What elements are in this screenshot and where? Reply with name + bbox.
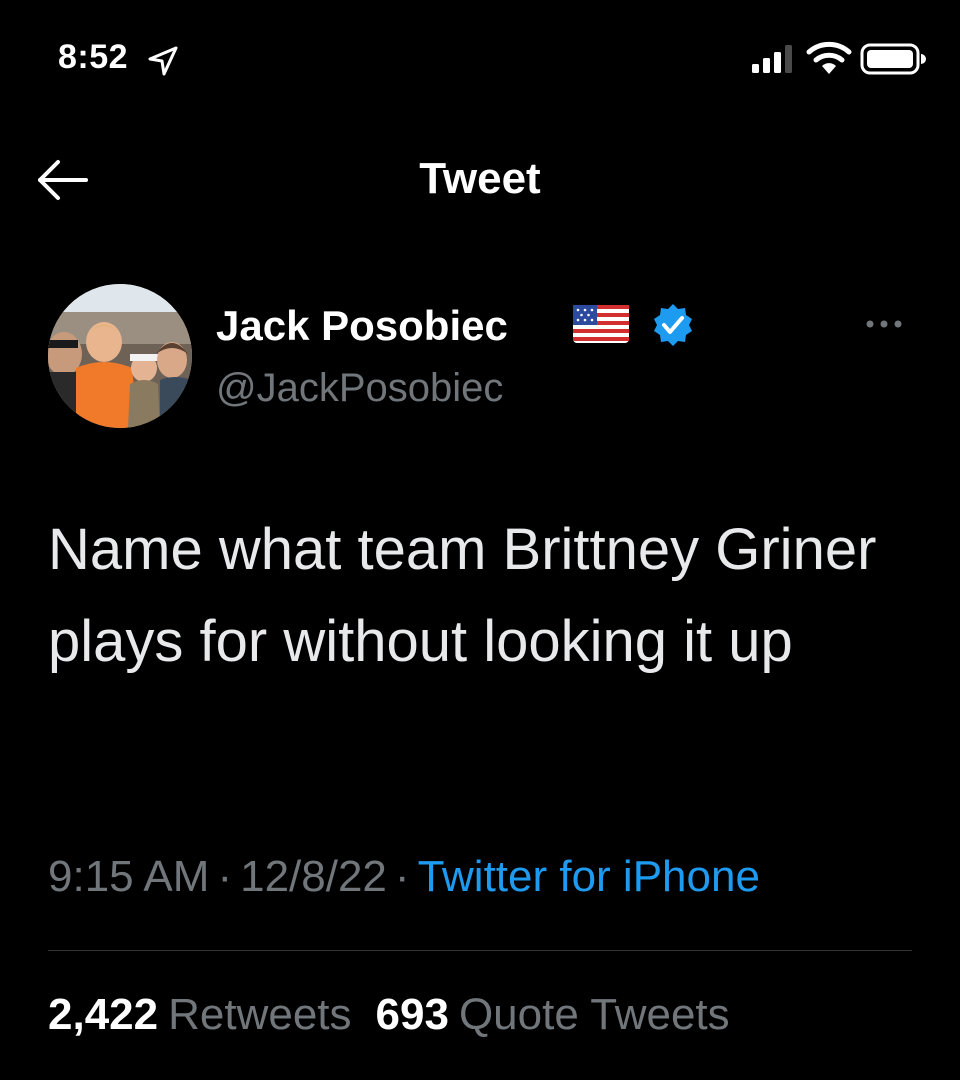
tweet-header: Jack Posobiec @JackPosobiec	[0, 280, 960, 440]
battery-icon	[860, 43, 926, 75]
us-flag-icon	[573, 305, 629, 343]
meta-separator: ·	[217, 852, 233, 901]
divider	[48, 950, 912, 951]
tweet-date: 12/8/22	[240, 852, 387, 901]
wifi-icon	[806, 41, 852, 74]
more-options-icon	[866, 320, 902, 328]
retweets-stat[interactable]: 2,422 Retweets	[48, 990, 352, 1039]
author-name[interactable]: Jack Posobiec	[216, 302, 508, 350]
meta-separator: ·	[394, 852, 410, 901]
avatar[interactable]	[48, 284, 192, 428]
quote-tweets-stat[interactable]: 693 Quote Tweets	[376, 990, 730, 1039]
page-title: Tweet	[419, 154, 541, 203]
author-handle[interactable]: @JackPosobiec	[216, 366, 503, 411]
more-options-button[interactable]	[852, 306, 916, 342]
retweets-count: 2,422	[48, 990, 159, 1039]
verified-badge-icon	[654, 304, 692, 346]
retweets-label: Retweets	[168, 990, 352, 1039]
tweet-text: Name what team Brittney Griner plays for…	[48, 517, 877, 674]
tweet-stats: 2,422 Retweets 693 Quote Tweets	[48, 990, 754, 1040]
quote-tweets-count: 693	[375, 990, 449, 1039]
quote-tweets-label: Quote Tweets	[458, 990, 730, 1039]
location-arrow-icon	[148, 46, 178, 76]
tweet-source-link[interactable]: Twitter for iPhone	[418, 852, 760, 901]
avatar-photo	[48, 284, 192, 428]
nav-bar: Tweet	[0, 130, 960, 230]
cellular-signal-icon	[752, 45, 792, 73]
status-time: 8:52	[58, 38, 129, 76]
status-bar: 8:52	[0, 0, 960, 120]
tweet-meta: 9:15 AM · 12/8/22 · Twitter for iPhone	[48, 852, 760, 902]
tweet-time: 9:15 AM	[48, 852, 210, 901]
